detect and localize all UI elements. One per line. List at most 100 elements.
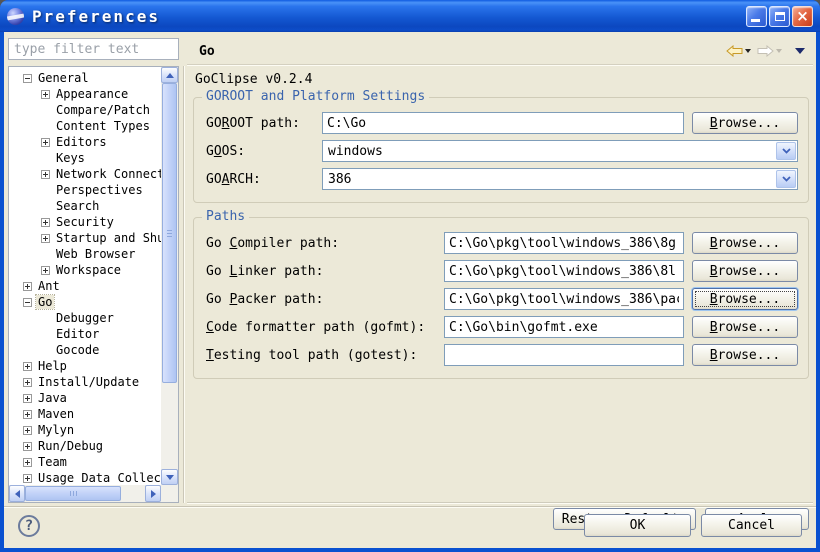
back-button[interactable] xyxy=(725,44,752,58)
tree-item-search[interactable]: Search xyxy=(9,198,161,214)
tree-item-editor[interactable]: Editor xyxy=(9,326,161,342)
chevron-down-icon[interactable] xyxy=(776,142,796,160)
cancel-button[interactable]: Cancel xyxy=(701,514,802,537)
tree-item-perspectives[interactable]: Perspectives xyxy=(9,182,161,198)
expand-icon[interactable] xyxy=(23,458,32,467)
chevron-down-icon[interactable] xyxy=(776,170,796,188)
back-history-dropdown-icon[interactable] xyxy=(745,49,751,53)
tree-item-web-browser[interactable]: Web Browser xyxy=(9,246,161,262)
expand-icon[interactable] xyxy=(23,362,32,371)
testing-tool-path-input[interactable] xyxy=(444,344,684,366)
expand-icon[interactable] xyxy=(41,90,50,99)
window-title: Preferences xyxy=(32,7,160,26)
expand-icon[interactable] xyxy=(41,266,50,275)
go-linker-path-browse-button[interactable]: Browse... xyxy=(692,260,798,282)
back-arrow-icon xyxy=(726,45,743,57)
page-header: Go xyxy=(187,38,813,65)
expand-icon[interactable] xyxy=(23,474,32,483)
tree-item-startup-and-shu[interactable]: Startup and Shu xyxy=(9,230,161,246)
tree-item-java[interactable]: Java xyxy=(9,390,161,406)
code-formatter-path-browse-button[interactable]: Browse... xyxy=(692,316,798,338)
pane-separator xyxy=(183,66,185,503)
code-formatter-path-input[interactable] xyxy=(444,316,684,338)
expand-icon[interactable] xyxy=(41,218,50,227)
horizontal-scrollbar[interactable] xyxy=(9,485,161,502)
tree-item-go[interactable]: Go xyxy=(9,294,161,310)
expand-icon[interactable] xyxy=(23,282,32,291)
tree-item-appearance[interactable]: Appearance xyxy=(9,86,161,102)
scroll-right-button[interactable] xyxy=(145,485,161,502)
expand-icon[interactable] xyxy=(23,394,32,403)
tree-item-compare-patch[interactable]: Compare/Patch xyxy=(9,102,161,118)
tree-item-label: Help xyxy=(36,359,69,373)
tree-item-workspace[interactable]: Workspace xyxy=(9,262,161,278)
go-packer-path-browse-button[interactable]: Browse... xyxy=(692,288,798,310)
tree-item-general[interactable]: General xyxy=(9,70,161,86)
preferences-tree: GeneralAppearanceCompare/PatchContent Ty… xyxy=(8,66,179,503)
close-button[interactable]: × xyxy=(792,6,813,27)
tree-item-gocode[interactable]: Gocode xyxy=(9,342,161,358)
minimize-button[interactable] xyxy=(746,6,767,27)
tree-item-keys[interactable]: Keys xyxy=(9,150,161,166)
tree-item-mylyn[interactable]: Mylyn xyxy=(9,422,161,438)
tree-viewport: GeneralAppearanceCompare/PatchContent Ty… xyxy=(9,67,161,485)
tree-item-help[interactable]: Help xyxy=(9,358,161,374)
tree-item-label: Debugger xyxy=(54,311,116,325)
filter-input[interactable] xyxy=(8,38,179,60)
go-compiler-path-row: Go Compiler path: Browse... xyxy=(204,232,798,254)
collapse-icon[interactable] xyxy=(23,74,32,83)
title-bar[interactable]: Preferences × xyxy=(0,0,820,32)
expand-icon[interactable] xyxy=(23,426,32,435)
view-menu-icon[interactable] xyxy=(795,48,805,54)
tree-item-label: Keys xyxy=(54,151,87,165)
tree-item-label: Startup and Shu xyxy=(54,231,161,245)
group-legend: GOROOT and Platform Settings xyxy=(202,89,429,104)
right-arrow-icon xyxy=(151,490,156,498)
scroll-up-button[interactable] xyxy=(161,67,178,83)
tree-item-network-connect[interactable]: Network Connect xyxy=(9,166,161,182)
code-formatter-path-row: Code formatter path (gofmt):Browse... xyxy=(204,316,798,338)
tree-item-run-debug[interactable]: Run/Debug xyxy=(9,438,161,454)
go-linker-path-input[interactable] xyxy=(444,260,684,282)
go-packer-path-input[interactable] xyxy=(444,288,684,310)
tree-item-debugger[interactable]: Debugger xyxy=(9,310,161,326)
expand-icon[interactable] xyxy=(23,442,32,451)
scroll-left-button[interactable] xyxy=(9,485,25,502)
tree-item-team[interactable]: Team xyxy=(9,454,161,470)
go-compiler-path-label: Go Compiler path: xyxy=(204,236,436,251)
maximize-button[interactable] xyxy=(769,6,790,27)
tree-item-security[interactable]: Security xyxy=(9,214,161,230)
help-button[interactable]: ? xyxy=(18,515,40,537)
forward-arrow-icon xyxy=(757,45,774,57)
forward-button[interactable] xyxy=(756,44,783,58)
goarch-combo[interactable]: 386 xyxy=(322,168,798,190)
goroot-path-input[interactable] xyxy=(322,112,684,134)
ok-button[interactable]: OK xyxy=(584,514,691,537)
tree-item-content-types[interactable]: Content Types xyxy=(9,118,161,134)
goroot-path-label: GOROOT path: xyxy=(204,116,314,131)
go-compiler-path-input[interactable] xyxy=(444,232,684,254)
tree-item-usage-data-collect[interactable]: Usage Data Collect xyxy=(9,470,161,485)
scroll-down-button[interactable] xyxy=(161,469,178,485)
expand-icon[interactable] xyxy=(41,170,50,179)
vertical-scrollbar-thumb[interactable] xyxy=(162,83,177,383)
expand-icon[interactable] xyxy=(41,138,50,147)
tree-item-editors[interactable]: Editors xyxy=(9,134,161,150)
tree-item-maven[interactable]: Maven xyxy=(9,406,161,422)
horizontal-scrollbar-thumb[interactable] xyxy=(25,486,121,501)
goos-combo[interactable]: windows xyxy=(322,140,798,162)
collapse-icon[interactable] xyxy=(23,298,32,307)
vertical-scrollbar[interactable] xyxy=(161,67,178,485)
tree-item-install-update[interactable]: Install/Update xyxy=(9,374,161,390)
testing-tool-path-browse-button[interactable]: Browse... xyxy=(692,344,798,366)
minimize-icon xyxy=(751,19,760,22)
goos-value: windows xyxy=(323,144,775,159)
go-compiler-path-browse-button[interactable]: Browse... xyxy=(692,232,798,254)
expand-icon[interactable] xyxy=(23,410,32,419)
goroot-path-browse-button[interactable]: Browse... xyxy=(692,112,798,134)
expand-icon[interactable] xyxy=(23,378,32,387)
tree-item-ant[interactable]: Ant xyxy=(9,278,161,294)
plugin-version-label: GoClipse v0.2.4 xyxy=(195,72,813,87)
expand-icon[interactable] xyxy=(41,234,50,243)
close-icon: × xyxy=(796,9,809,24)
